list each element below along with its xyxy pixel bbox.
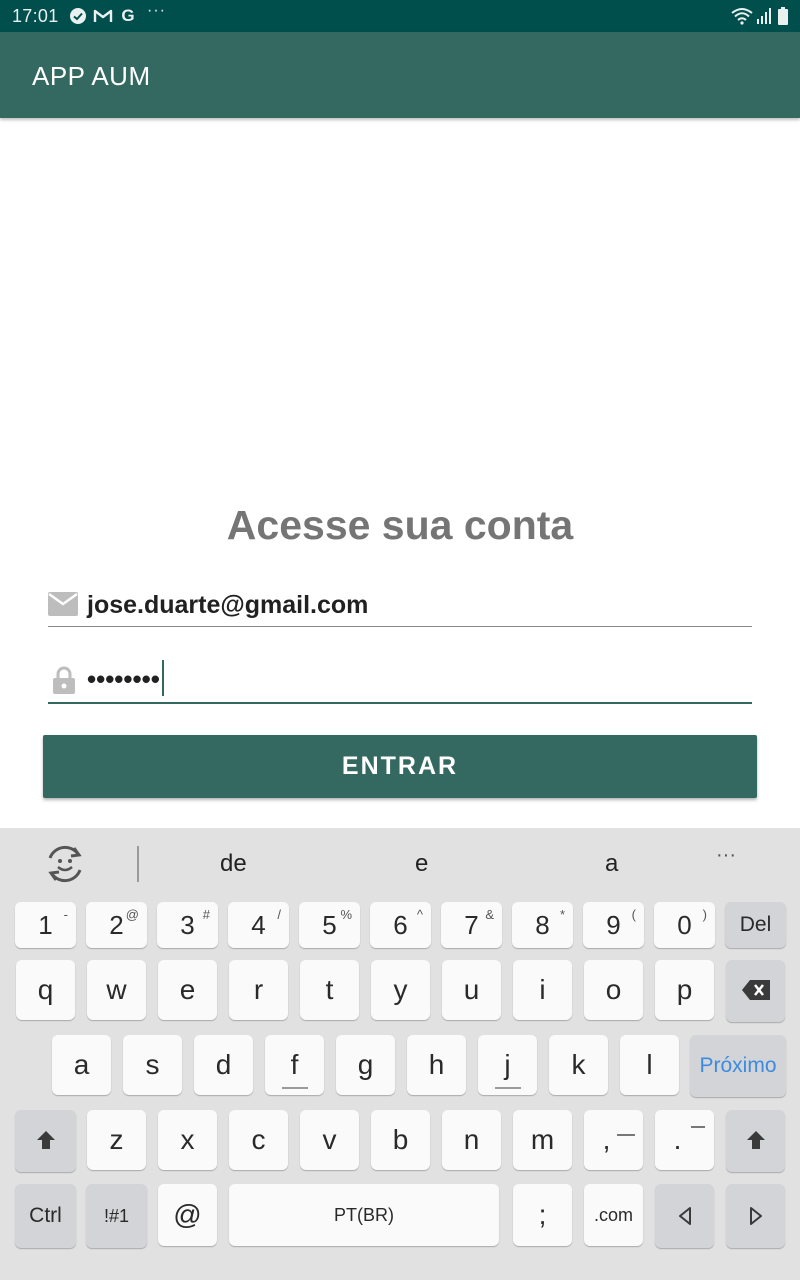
shift-icon (746, 1125, 766, 1157)
password-underline (48, 702, 752, 704)
key-x[interactable]: x (158, 1110, 217, 1170)
key-p[interactable]: p (655, 960, 714, 1020)
backspace-key[interactable] (726, 960, 785, 1022)
key-4[interactable]: 4/ (228, 902, 289, 948)
soft-keyboard: de e a ··· 1- 2 @ 3 # 4/ 5% 6 ^ 7 & 8 * 9( 0)… (0, 828, 800, 1280)
suggestion-2[interactable]: e (415, 850, 428, 878)
suggestion-1[interactable]: de (220, 850, 247, 878)
key-i[interactable]: i (513, 960, 572, 1020)
key-v[interactable]: v (300, 1110, 359, 1170)
lock-icon (52, 666, 76, 699)
key-g[interactable]: g (336, 1035, 395, 1095)
status-time: 17:01 (12, 6, 59, 26)
key-e[interactable]: e (158, 960, 217, 1020)
battery-icon (776, 6, 790, 26)
text-cursor (161, 660, 164, 697)
next-key[interactable]: Próximo (690, 1035, 786, 1097)
app-title: APP AUM (32, 61, 151, 91)
key-n[interactable]: n (442, 1110, 501, 1170)
key-6[interactable]: 6 ^ (370, 902, 431, 948)
key-0[interactable]: 0) (654, 902, 715, 948)
gmail-icon (92, 6, 114, 26)
enter-button[interactable]: ENTRAR (43, 735, 757, 798)
key-a[interactable]: a (52, 1035, 111, 1095)
shift-icon (36, 1125, 56, 1157)
arrow-left-icon (678, 1200, 692, 1232)
emoji-refresh-icon[interactable] (44, 844, 88, 884)
email-value: jose.duarte@gmail.com (87, 591, 369, 619)
key-8[interactable]: 8 * (512, 902, 573, 948)
cursor-right-key[interactable] (726, 1184, 785, 1248)
check-circle-icon (68, 6, 88, 26)
symbols-key[interactable]: !#1 (86, 1184, 147, 1248)
key-s[interactable]: s (123, 1035, 182, 1095)
suggestion-3[interactable]: a (605, 850, 618, 878)
space-key[interactable]: PT(BR) (229, 1184, 499, 1246)
ctrl-key[interactable]: Ctrl (15, 1184, 76, 1248)
key-9[interactable]: 9( (583, 902, 644, 948)
shift-key-right[interactable] (726, 1110, 785, 1172)
suggestion-divider (137, 846, 139, 882)
home-key-marker (494, 1087, 521, 1089)
key-1[interactable]: 1- (15, 902, 76, 948)
email-field[interactable]: jose.duarte@gmail.com (48, 586, 752, 630)
at-key[interactable]: @ (158, 1184, 217, 1246)
key-z[interactable]: z (87, 1110, 146, 1170)
key-2[interactable]: 2 @ (86, 902, 147, 948)
status-more-icon: ··· (147, 2, 166, 19)
key-y[interactable]: y (371, 960, 430, 1020)
key-comma[interactable]: , (584, 1110, 643, 1170)
key-5[interactable]: 5% (299, 902, 360, 948)
dotcom-key[interactable]: .com (584, 1184, 643, 1246)
password-value: •••••••• (87, 660, 164, 697)
key-q[interactable]: q (16, 960, 75, 1020)
key-j[interactable]: j (478, 1035, 537, 1095)
suggestion-more-icon[interactable]: ··· (716, 844, 736, 867)
key-d[interactable]: d (194, 1035, 253, 1095)
key-l[interactable]: l (620, 1035, 679, 1095)
suggestion-bar: de e a ··· (0, 828, 800, 900)
key-f[interactable]: f (265, 1035, 324, 1095)
key-3[interactable]: 3 # (157, 902, 218, 948)
app-bar: APP AUM (0, 32, 800, 118)
email-underline (48, 626, 752, 627)
key-c[interactable]: c (229, 1110, 288, 1170)
backspace-icon (741, 975, 770, 1007)
key-period[interactable]: . (655, 1110, 714, 1170)
key-7[interactable]: 7 & (441, 902, 502, 948)
key-m[interactable]: m (513, 1110, 572, 1170)
semicolon-key[interactable]: ; (513, 1184, 572, 1246)
key-o[interactable]: o (584, 960, 643, 1020)
key-t[interactable]: t (300, 960, 359, 1020)
key-b[interactable]: b (371, 1110, 430, 1170)
shift-key-left[interactable] (15, 1110, 76, 1172)
login-heading: Acesse sua conta (226, 502, 574, 548)
status-bar: 17:01 G ··· (0, 0, 800, 32)
home-key-marker (281, 1087, 308, 1089)
key-k[interactable]: k (549, 1035, 608, 1095)
signal-icon (756, 6, 772, 26)
key-h[interactable]: h (407, 1035, 466, 1095)
del-key[interactable]: Del (725, 902, 786, 948)
wifi-icon (730, 6, 754, 26)
google-icon: G (121, 6, 135, 25)
key-r[interactable]: r (229, 960, 288, 1020)
mail-icon (48, 592, 78, 621)
password-field[interactable]: •••••••• (48, 660, 752, 706)
cursor-left-key[interactable] (655, 1184, 714, 1248)
arrow-right-icon (749, 1200, 763, 1232)
key-w[interactable]: w (87, 960, 146, 1020)
key-u[interactable]: u (442, 960, 501, 1020)
